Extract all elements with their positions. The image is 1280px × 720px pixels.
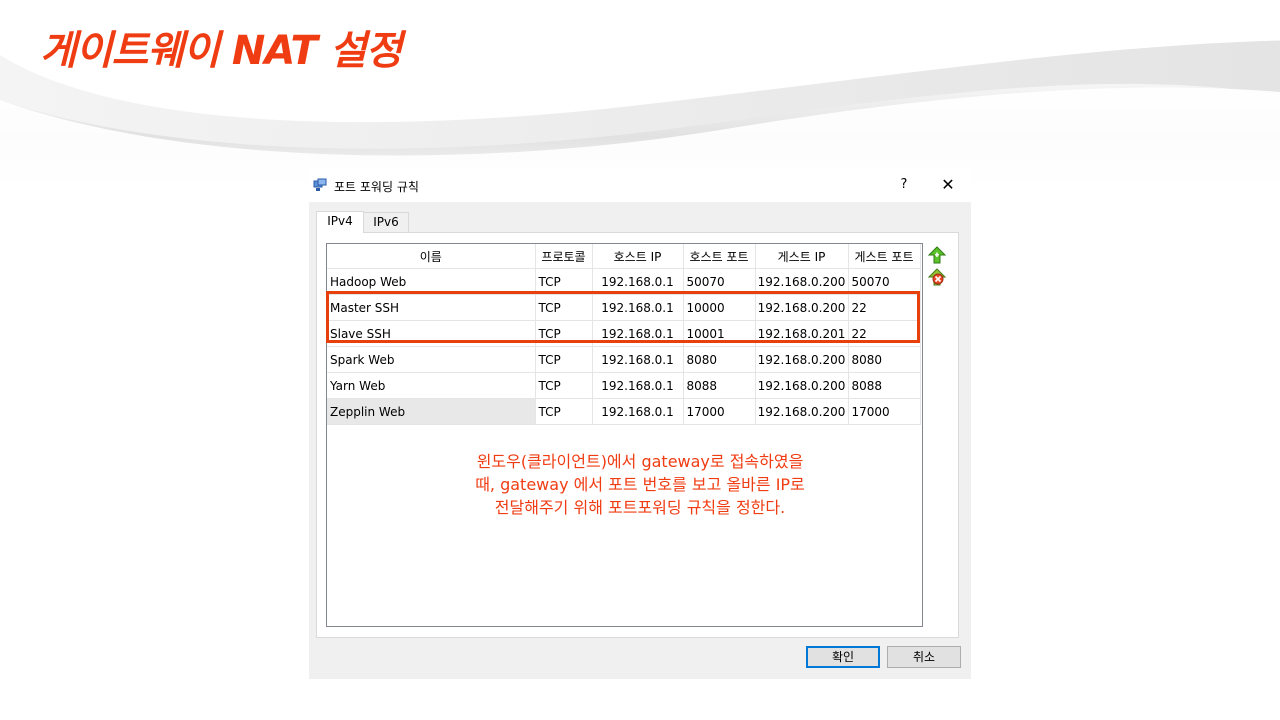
rule-name: Yarn Web (327, 372, 536, 399)
rule-guest-ip: 192.168.0.200 (755, 346, 849, 373)
column-header-guest-port[interactable]: 게스트 포트 (848, 244, 921, 269)
table-row[interactable]: Spark Web TCP 192.168.0.1 8080 192.168.0… (327, 346, 921, 373)
column-header-host-ip[interactable]: 호스트 IP (592, 244, 684, 269)
table-row[interactable]: Zepplin Web TCP 192.168.0.1 17000 192.16… (327, 398, 921, 425)
note-line: 전달해주기 위해 포트포워딩 규칙을 정한다. (494, 498, 786, 517)
rule-guest-ip: 192.168.0.200 (755, 372, 849, 399)
rule-name: Spark Web (327, 346, 536, 373)
note-line: 윈도우(클라이언트)에서 gateway로 접속하였을 (476, 452, 804, 471)
rule-protocol: TCP (535, 346, 593, 373)
rule-guest-ip: 192.168.0.200 (755, 398, 849, 425)
port-forwarding-dialog: 포트 포워딩 규칙 ? ✕ IPv4 IPv6 이름 프로토콜 호스트 IP 호… (309, 168, 971, 679)
dialog-titlebar[interactable]: 포트 포워딩 규칙 ? ✕ (309, 168, 971, 202)
rule-protocol: TCP (535, 398, 593, 425)
column-header-protocol[interactable]: 프로토콜 (535, 244, 593, 269)
rule-protocol: TCP (535, 372, 593, 399)
tab-ipv6[interactable]: IPv6 (363, 212, 409, 232)
column-header-name[interactable]: 이름 (327, 244, 536, 269)
network-icon (313, 178, 327, 191)
rule-host-ip: 192.168.0.1 (592, 346, 684, 373)
rule-host-port: 17000 (683, 398, 756, 425)
rule-host-ip: 192.168.0.1 (592, 398, 684, 425)
rule-guest-port: 8080 (848, 346, 921, 373)
slide-title: 게이트웨이 NAT 설정 (40, 28, 402, 74)
highlight-ssh-rules (326, 291, 920, 343)
add-rule-icon[interactable] (928, 246, 946, 264)
rule-name: Zepplin Web (327, 398, 536, 425)
close-button[interactable]: ✕ (939, 176, 957, 194)
tab-ipv4[interactable]: IPv4 (316, 211, 364, 233)
column-header-host-port[interactable]: 호스트 포트 (683, 244, 756, 269)
rule-guest-port: 17000 (848, 398, 921, 425)
table-header-row: 이름 프로토콜 호스트 IP 호스트 포트 게스트 IP 게스트 포트 (327, 244, 921, 269)
note-line: 때, gateway 에서 포트 번호를 보고 올바른 IP로 (475, 475, 805, 494)
rule-host-port: 8080 (683, 346, 756, 373)
dialog-title: 포트 포워딩 규칙 (334, 180, 419, 194)
ok-button[interactable]: 확인 (806, 646, 880, 668)
table-row[interactable]: Yarn Web TCP 192.168.0.1 8088 192.168.0.… (327, 372, 921, 399)
cancel-button[interactable]: 취소 (887, 646, 961, 668)
remove-rule-icon[interactable] (928, 268, 946, 286)
help-button[interactable]: ? (895, 176, 913, 194)
rule-host-port: 8088 (683, 372, 756, 399)
rule-host-ip: 192.168.0.1 (592, 372, 684, 399)
rule-guest-port: 8088 (848, 372, 921, 399)
column-header-guest-ip[interactable]: 게스트 IP (755, 244, 849, 269)
explanation-note: 윈도우(클라이언트)에서 gateway로 접속하였을 때, gateway 에… (395, 450, 885, 519)
